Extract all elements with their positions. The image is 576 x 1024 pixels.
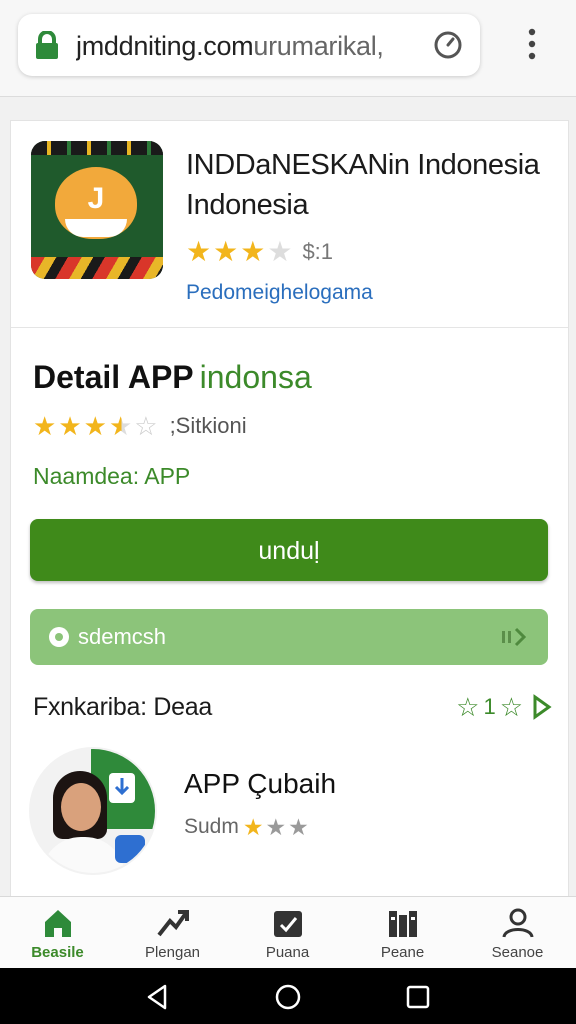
- home-icon: [44, 910, 71, 937]
- rating-count: $:1: [302, 239, 334, 264]
- download-icon: [109, 773, 135, 803]
- star-icon: ★: [265, 814, 287, 840]
- avatar-shirt: [41, 837, 125, 873]
- app-title: INDDaNESKANin Indonesia Indonesia: [186, 149, 540, 221]
- detail-subtitle: indonsa: [199, 359, 312, 395]
- star-icon: ★: [33, 411, 57, 441]
- nav-item-profile[interactable]: Seanoe: [460, 907, 575, 967]
- star-outline-icon: ☆: [134, 411, 158, 441]
- nav-item-trending[interactable]: Plengan: [115, 907, 230, 967]
- back-icon[interactable]: [145, 984, 171, 1010]
- url-domain: jmddniting.com: [76, 31, 254, 61]
- meta-actions: ☆ 1 ☆: [456, 690, 553, 724]
- tasks-icon: [273, 911, 302, 937]
- install-button[interactable]: unduḷ: [30, 519, 548, 581]
- star-icon: ★: [267, 236, 293, 267]
- mascot-letter: J: [87, 182, 105, 215]
- star-icon: ★: [240, 236, 266, 267]
- app-rating: ★ ★ ★ ★ $:1: [186, 235, 333, 269]
- url-path: urumarikal,: [253, 31, 384, 61]
- address-bar[interactable]: jmddniting.comurumarikal,: [18, 14, 480, 76]
- mascot-smile: [65, 219, 127, 237]
- nav-item-books[interactable]: Peane: [345, 907, 460, 967]
- star-icon: ★: [288, 814, 309, 840]
- play-arrow-icon[interactable]: [531, 694, 553, 720]
- related-rating-label: Sudm: [184, 815, 239, 838]
- avatar-face: [61, 783, 101, 831]
- nav-item-home[interactable]: Beasile: [0, 907, 115, 967]
- category-text: Naamdea: APP: [33, 463, 191, 489]
- home-button-icon[interactable]: [275, 984, 301, 1010]
- related-app-item[interactable]: APP Çubaih Sudm ★ ★ ★: [29, 747, 549, 877]
- recents-icon[interactable]: [405, 984, 431, 1010]
- person-icon: [502, 908, 533, 938]
- star-icon: ★: [242, 814, 264, 840]
- nav-item-tasks[interactable]: Puana: [230, 907, 345, 967]
- info-icon: [49, 627, 69, 647]
- detail-rating: ★ ★ ★ ★ ☆ ;Sitkioni: [33, 409, 247, 443]
- nav-label: Beasile: [31, 944, 84, 961]
- url-text[interactable]: jmddniting.comurumarikal,: [76, 30, 436, 62]
- overflow-menu-icon[interactable]: [518, 26, 546, 62]
- browser-toolbar: jmddniting.comurumarikal,: [0, 0, 576, 97]
- nav-label: Puana: [265, 944, 310, 961]
- lock-icon: [36, 31, 58, 59]
- icon-decoration: [31, 141, 163, 155]
- app-icon[interactable]: J: [31, 141, 163, 279]
- detail-title: Detail APP: [33, 359, 194, 395]
- half-star-icon: ★: [108, 411, 133, 441]
- developer-link[interactable]: Pedomeighelogama: [186, 279, 546, 307]
- detail-rating-label: ;Sitkioni: [169, 413, 247, 438]
- nav-label: Seanoe: [491, 944, 544, 961]
- share-bar[interactable]: sdemcsh: [30, 609, 548, 665]
- detail-heading: Detail APP indonsa: [33, 355, 553, 399]
- meta-text: Fxnkariba: Deaa: [33, 693, 212, 721]
- bottom-navigation: Beasile Plengan Puana Peane Seanoe: [0, 896, 576, 969]
- books-icon: [388, 911, 417, 937]
- related-app-title: APP Çubaih: [184, 768, 337, 799]
- related-app-rating: Sudm ★ ★ ★: [184, 811, 311, 843]
- meta-row: Fxnkariba: Deaa ☆ 1 ☆: [33, 687, 553, 727]
- star-outline-icon[interactable]: ☆: [456, 692, 479, 723]
- star-outline-icon[interactable]: ☆: [500, 692, 523, 723]
- star-icon: ★: [213, 236, 239, 267]
- star-icon: ★: [83, 411, 107, 441]
- trending-icon: [156, 910, 189, 937]
- avatar: [29, 747, 157, 875]
- nav-label: Plengan: [144, 944, 201, 961]
- tab-switch-icon[interactable]: [432, 29, 464, 61]
- star-icon: ★: [186, 236, 212, 267]
- share-label: sdemcsh: [78, 624, 167, 649]
- app-detail-card: J INDDaNESKANin Indonesia Indonesia ★ ★ …: [10, 120, 569, 902]
- nav-label: Peane: [380, 944, 425, 961]
- icon-decoration: [31, 257, 163, 279]
- favorite-count: 1: [483, 694, 496, 719]
- app-header: J INDDaNESKANin Indonesia Indonesia ★ ★ …: [11, 121, 568, 328]
- system-navigation-bar: [0, 968, 576, 1024]
- badge-icon: [115, 835, 145, 863]
- chevron-right-icon: [502, 627, 527, 647]
- star-icon: ★: [58, 411, 82, 441]
